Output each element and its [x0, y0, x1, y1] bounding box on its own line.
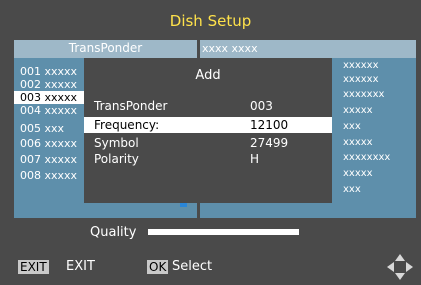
satellite-item[interactable]: xxx: [343, 121, 361, 133]
quality-label: Quality: [90, 225, 137, 240]
satellite-item[interactable]: xxxxxx: [343, 60, 379, 72]
satellite-item[interactable]: xxxxxxx: [343, 89, 384, 101]
dialog-title: Add: [195, 68, 221, 83]
page-title: Dish Setup: [169, 12, 252, 30]
symbol-row[interactable]: Symbol 27499: [84, 135, 332, 151]
transponder-value: 003: [250, 99, 273, 113]
exit-key-badge[interactable]: EXIT: [18, 260, 49, 274]
quality-meter: [148, 229, 299, 235]
satellite-item[interactable]: xxx: [343, 184, 361, 196]
ok-key-badge[interactable]: OK: [147, 260, 169, 274]
frequency-value[interactable]: 12100: [250, 117, 288, 133]
quality-meter-fill: [148, 229, 299, 235]
frequency-row[interactable]: Frequency: 12100: [84, 117, 332, 133]
transponder-item[interactable]: 005 xxx: [20, 122, 64, 135]
polarity-row[interactable]: Polarity H: [84, 151, 332, 167]
satellite-item[interactable]: xxxxx: [343, 137, 373, 149]
transponder-item[interactable]: 008 xxxxx: [20, 169, 77, 182]
transponder-item[interactable]: 001 xxxxx: [20, 65, 77, 78]
four-way-arrows-icon: [387, 254, 413, 280]
symbol-label: Symbol: [94, 136, 139, 150]
satellite-item[interactable]: xxxxx: [343, 168, 373, 180]
transponder-item[interactable]: 006 xxxxx: [20, 137, 77, 150]
polarity-label: Polarity: [94, 152, 139, 166]
select-label: Select: [172, 259, 213, 274]
polarity-value[interactable]: H: [250, 151, 259, 167]
add-transponder-dialog: Add TransPonder 003 Frequency: 12100 Sym…: [84, 58, 332, 203]
transponder-row[interactable]: TransPonder 003: [84, 98, 332, 114]
dish-setup-screen: Dish Setup TransPonder 001 xxxxx 002 xxx…: [0, 0, 421, 285]
satellite-item[interactable]: xxxxxxxx: [343, 152, 390, 164]
satellite-item[interactable]: xxxxxx: [343, 74, 379, 86]
satellite-header: xxxx xxxx: [202, 42, 258, 55]
symbol-value[interactable]: 27499: [250, 135, 288, 151]
frequency-label: Frequency:: [94, 118, 160, 132]
transponder-item[interactable]: 004 xxxxx: [20, 104, 77, 117]
transponder-header: TransPonder: [68, 41, 143, 55]
satellite-item[interactable]: xxxxx: [343, 105, 373, 117]
transponder-item[interactable]: 002 xxxxx: [20, 78, 77, 91]
transponder-label: TransPonder: [94, 99, 168, 113]
transponder-item[interactable]: 007 xxxxx: [20, 153, 77, 166]
exit-label: EXIT: [66, 259, 95, 274]
